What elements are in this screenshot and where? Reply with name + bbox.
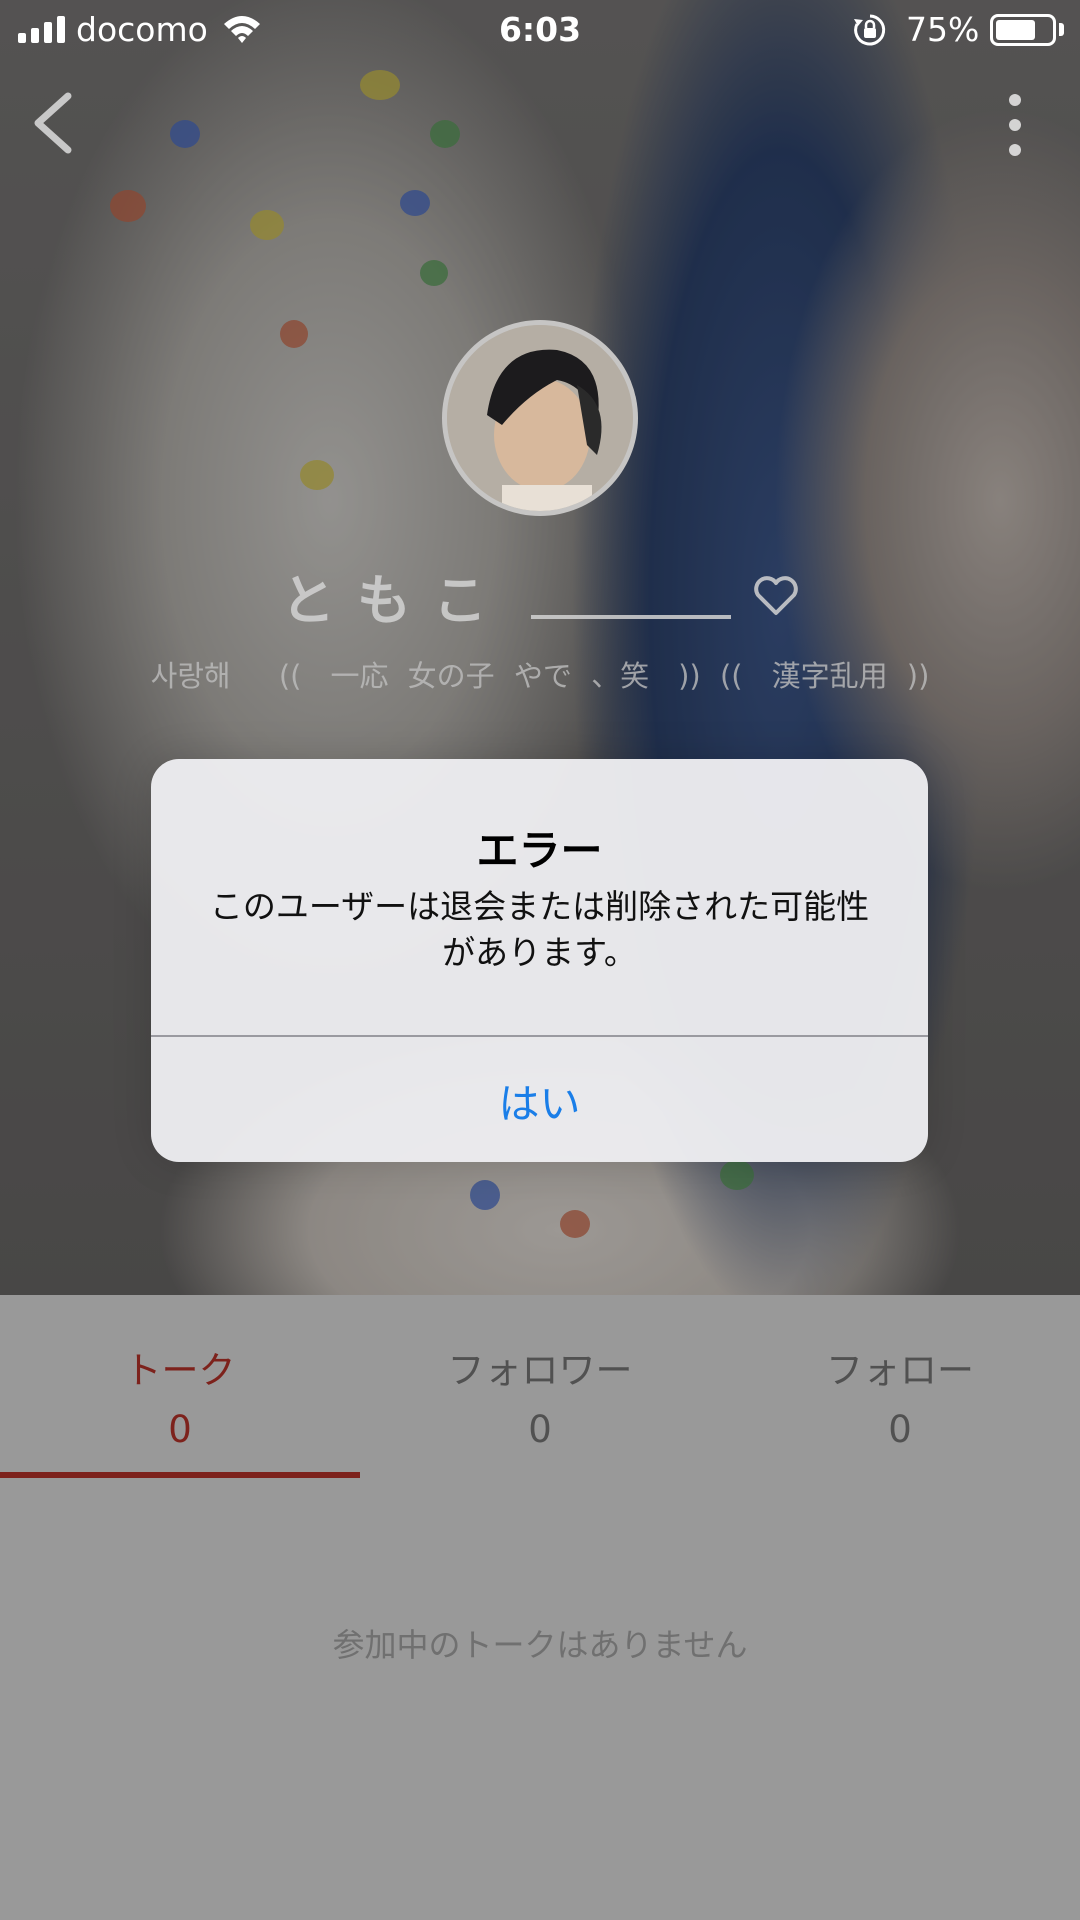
- vertical-ellipsis-icon: [1009, 119, 1021, 131]
- status-bar: docomo 6:03 75%: [0, 0, 1080, 60]
- profile-name-row: ともこ: [0, 560, 1080, 632]
- alert-title: エラー: [476, 826, 603, 875]
- error-alert-dialog: エラー このユーザーは退会または削除された可能性があります。 はい: [151, 759, 928, 1162]
- more-options-button[interactable]: [995, 90, 1035, 160]
- name-underline-decoration: [531, 615, 731, 619]
- heart-outline-icon: [753, 576, 799, 620]
- chevron-left-icon: [34, 92, 72, 154]
- alert-ok-button[interactable]: はい: [151, 1037, 928, 1162]
- orientation-lock-icon: [852, 12, 888, 56]
- profile-bio: 사랑해 (( 一応 女の子 やで 、笑 )) (( 漢字乱用 )): [150, 659, 930, 693]
- back-button[interactable]: [28, 90, 88, 160]
- avatar-photo: [447, 325, 633, 511]
- modal-backdrop: [0, 1295, 1080, 1920]
- battery-percent: 75%: [906, 10, 980, 49]
- alert-message: このユーザーは退会または削除された可能性があります。: [209, 887, 870, 972]
- vertical-ellipsis-icon: [1009, 144, 1021, 156]
- battery-level: [996, 20, 1035, 40]
- avatar[interactable]: [442, 320, 638, 516]
- battery-nub: [1059, 23, 1064, 36]
- vertical-ellipsis-icon: [1009, 94, 1021, 106]
- battery-icon: [990, 14, 1056, 46]
- profile-name: ともこ: [281, 568, 509, 632]
